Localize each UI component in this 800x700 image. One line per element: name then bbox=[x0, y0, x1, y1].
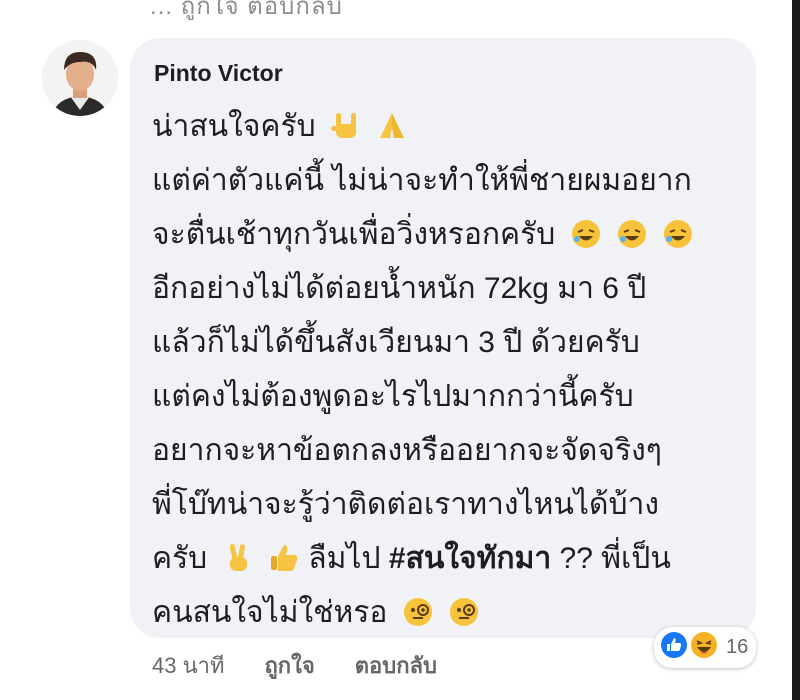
like-button[interactable]: ถูกใจ bbox=[264, 648, 314, 683]
comment-line: แต่ค่าตัวแค่นี้ ไม่น่าจะทำให้พี่ชายผมอยา… bbox=[152, 154, 748, 208]
comment-line-text: แล้วก็ไม่ได้ขึ้นสังเวียนมา 3 ปี ด้วยครับ bbox=[152, 326, 640, 359]
reaction-summary[interactable]: 16 bbox=[654, 627, 757, 668]
comment-line-text: อีกอย่างไม่ได้ต่อยน้ำหนัก 72kg มา 6 ปี bbox=[152, 272, 647, 305]
haha-reaction-icon bbox=[690, 631, 718, 664]
reply-button[interactable]: ตอบกลับ bbox=[355, 648, 437, 683]
rofl-face-icon bbox=[570, 218, 602, 250]
comment-line: อีกอย่างไม่ได้ต่อยน้ำหนัก 72kg มา 6 ปี bbox=[152, 262, 748, 316]
comment-line-text: ครับ bbox=[152, 542, 208, 575]
comment-line-text: ?? พี่เป็น bbox=[559, 542, 671, 575]
comment-line-text: แต่ค่าตัวแค่นี้ ไม่น่าจะทำให้พี่ชายผมอยา… bbox=[152, 164, 692, 197]
comment-bubble: Pinto Victor น่าสนใจครับ แต่ค่าตัวแค่นี้… bbox=[130, 38, 756, 638]
rofl-face-icon bbox=[616, 218, 648, 250]
rofl-face-icon bbox=[662, 218, 694, 250]
avatar[interactable] bbox=[42, 40, 118, 116]
comment-line-text: น่าสนใจครับ bbox=[152, 110, 316, 143]
comment-line-text: คนสนใจไม่ใช่หรอ bbox=[152, 596, 388, 629]
comment-line: แต่คงไม่ต้องพูดอะไรไปมากกว่านี้ครับ bbox=[152, 370, 748, 424]
thumbs-up-icon bbox=[268, 542, 300, 574]
reaction-count: 16 bbox=[726, 636, 749, 658]
comment-line-text: พี่โบ๊ทน่าจะรู้ว่าติดต่อเราทางไหนได้บ้าง bbox=[152, 488, 659, 521]
monocle-face-icon bbox=[402, 596, 434, 628]
comment-line: น่าสนใจครับ bbox=[152, 100, 748, 154]
comment-line-text: อยากจะหาข้อตกลงหรืออยากจะจัดจริงๆ bbox=[152, 434, 662, 467]
monocle-face-icon bbox=[448, 596, 480, 628]
comment-line-text: แต่คงไม่ต้องพูดอะไรไปมากกว่านี้ครับ bbox=[152, 380, 634, 413]
comment-line: จะตื่นเช้าทุกวันเพื่อวิ่งหรอกครับ bbox=[152, 208, 748, 262]
comment-line: ครับ ลืมไป #สนใจทักมา ?? พี่เป็น bbox=[152, 532, 748, 586]
hashtag-link[interactable]: #สนใจทักมา bbox=[389, 542, 551, 575]
previous-comment-actions-cut: ... ถูกใจ ตอบกลับ bbox=[150, 0, 343, 20]
comment-timestamp[interactable]: 43 นาที bbox=[152, 648, 224, 683]
folded-hands-icon bbox=[376, 110, 408, 142]
comment-line-text: ลืมไป bbox=[308, 542, 381, 575]
comment-line: พี่โบ๊ทน่าจะรู้ว่าติดต่อเราทางไหนได้บ้าง bbox=[152, 478, 748, 532]
comment-line: อยากจะหาข้อตกลงหรืออยากจะจัดจริงๆ bbox=[152, 424, 748, 478]
like-reaction-icon bbox=[660, 631, 688, 664]
rock-on-hand-icon bbox=[330, 110, 362, 142]
comment-line-text: จะตื่นเช้าทุกวันเพื่อวิ่งหรอกครับ bbox=[152, 218, 556, 251]
comment-line: แล้วก็ไม่ได้ขึ้นสังเวียนมา 3 ปี ด้วยครับ bbox=[152, 316, 748, 370]
comment-author[interactable]: Pinto Victor bbox=[154, 60, 283, 87]
comment-text: น่าสนใจครับ แต่ค่าตัวแค่นี้ ไม่น่าจะทำให… bbox=[152, 100, 748, 640]
comment-actions: 43 นาที ถูกใจ ตอบกลับ bbox=[152, 648, 437, 683]
victory-hand-icon bbox=[222, 542, 254, 574]
screen-border bbox=[792, 0, 800, 700]
